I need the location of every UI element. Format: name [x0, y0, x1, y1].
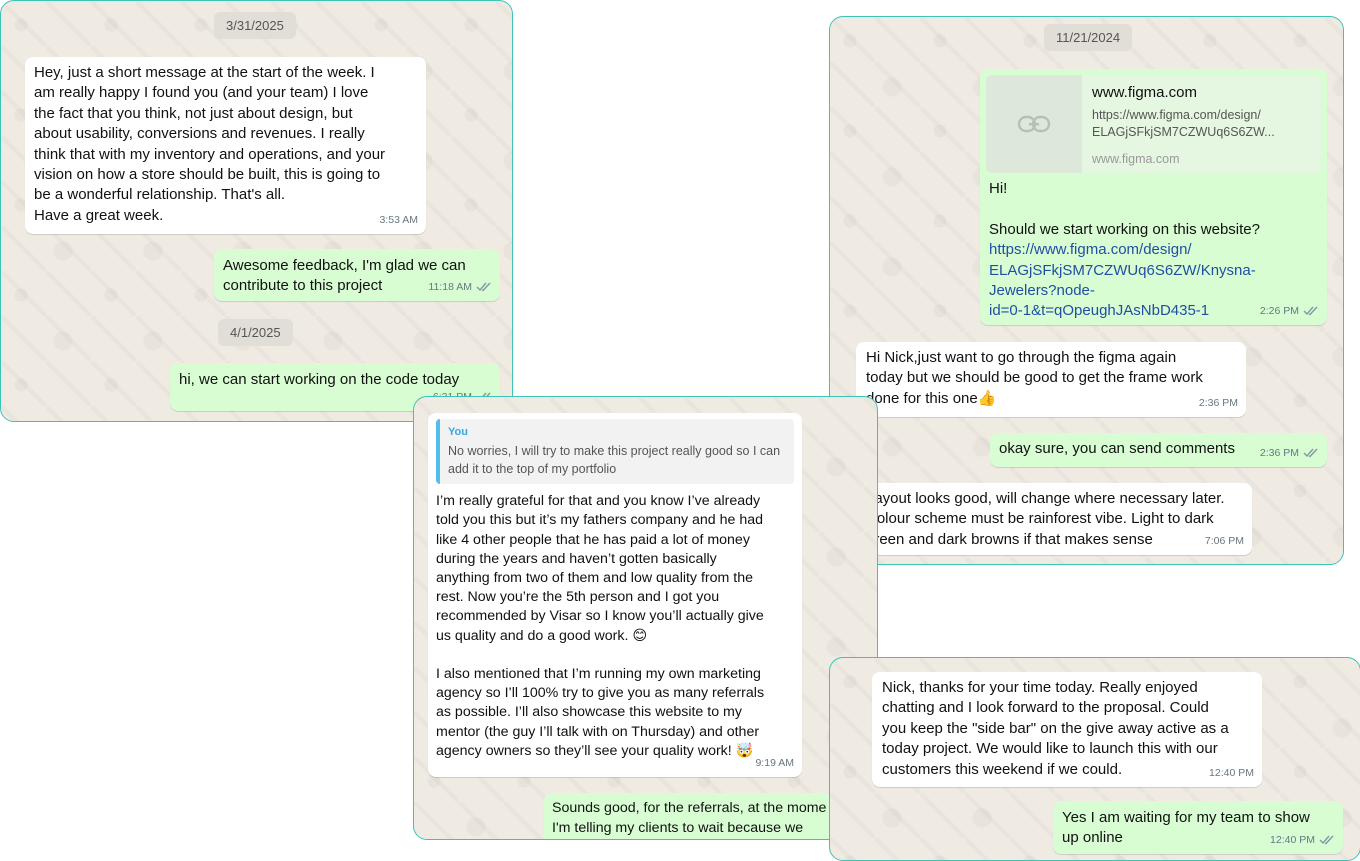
- message-time: 9:19 AM: [755, 756, 794, 769]
- message-time: 12:40 PM: [1209, 766, 1254, 779]
- message-bubble-outgoing[interactable]: okay sure, you can send comments 2:36 PM: [990, 433, 1327, 467]
- message-meta: 11:18 AM: [428, 277, 492, 297]
- date-chip: 4/1/2025: [218, 319, 293, 346]
- message-time: 12:40 PM: [1270, 833, 1315, 846]
- double-check-icon: [1303, 448, 1318, 458]
- double-check-icon: [1319, 835, 1334, 845]
- message-time: 11:18 AM: [428, 280, 472, 293]
- link-preview-title: www.figma.com: [1092, 84, 1198, 101]
- message-meta: 2:36 PM: [1260, 443, 1319, 463]
- date-chip: 11/21/2024: [1044, 24, 1133, 51]
- chat-panel-1: 3/31/2025 Hey, just a short message at t…: [0, 0, 513, 422]
- double-check-icon: [476, 282, 491, 292]
- message-time: 7:06 PM: [1204, 534, 1244, 547]
- message-meta: 2:36 PM: [1199, 393, 1238, 413]
- message-bubble-incoming[interactable]: Hey, just a short message at the start o…: [25, 57, 426, 234]
- message-text: Hey, just a short message at the start o…: [34, 64, 386, 224]
- link-preview[interactable]: www.figma.com https://www.figma.com/desi…: [986, 75, 1321, 173]
- message-bubble-outgoing[interactable]: Awesome feedback, I'm glad we can contri…: [214, 249, 500, 301]
- quoted-message[interactable]: You No worries, I will try to make this …: [436, 419, 794, 485]
- message-meta: 12:40 PM: [1209, 763, 1254, 783]
- link-preview-thumbnail: [986, 75, 1082, 173]
- message-bubble-outgoing[interactable]: www.figma.com https://www.figma.com/desi…: [980, 69, 1327, 325]
- message-text: Nick, thanks for your time today. Really…: [882, 679, 1229, 778]
- message-bubble-incoming[interactable]: Layout looks good, will change where nec…: [856, 483, 1252, 555]
- message-time: 2:26 PM: [1259, 304, 1299, 317]
- date-chip: 3/31/2025: [214, 12, 296, 39]
- message-text: Sounds good, for the referrals, at the m…: [552, 800, 827, 836]
- message-meta: 12:40 PM: [1270, 830, 1335, 850]
- message-bubble-incoming[interactable]: You No worries, I will try to make this …: [428, 413, 802, 777]
- link-preview-info: www.figma.com https://www.figma.com/desi…: [1082, 75, 1285, 173]
- chat-panel-2: You No worries, I will try to make this …: [413, 396, 878, 840]
- message-text: Hi! Should we start working on this webs…: [989, 180, 1260, 238]
- message-text: I’m really grateful for that and you kno…: [436, 493, 765, 759]
- message-time: 2:36 PM: [1259, 446, 1299, 459]
- message-meta: 2:26 PM: [1260, 301, 1319, 321]
- message-text: Hi Nick,just want to go through the figm…: [866, 349, 1203, 407]
- message-meta: 9:19 AM: [755, 754, 794, 773]
- chat-panel-3: 11/21/2024 www.figma.com https://www.fig…: [829, 16, 1344, 565]
- message-meta: 3:53 AM: [379, 210, 418, 230]
- message-bubble-incoming[interactable]: Nick, thanks for your time today. Really…: [872, 672, 1262, 787]
- message-meta: 7:06 PM: [1205, 531, 1244, 551]
- quoted-author: You: [448, 426, 468, 438]
- message-bubble-incoming[interactable]: Hi Nick,just want to go through the figm…: [856, 342, 1246, 417]
- message-time: 2:36 PM: [1198, 396, 1238, 409]
- message-time: 3:53 AM: [379, 213, 418, 226]
- double-check-icon: [1303, 306, 1318, 316]
- link-icon: [1017, 115, 1051, 133]
- quoted-text: No worries, I will try to make this proj…: [448, 444, 781, 477]
- link-preview-url: https://www.figma.com/design/ ELAGjSFkjS…: [1092, 108, 1275, 140]
- message-bubble-outgoing[interactable]: Sounds good, for the referrals, at the m…: [544, 793, 877, 839]
- message-text: Layout looks good, will change where nec…: [866, 490, 1225, 548]
- chat-panel-4: Nick, thanks for your time today. Really…: [829, 657, 1360, 861]
- message-bubble-outgoing[interactable]: Yes I am waiting for my team to show up …: [1053, 801, 1343, 854]
- link-preview-domain: www.figma.com: [1092, 152, 1180, 167]
